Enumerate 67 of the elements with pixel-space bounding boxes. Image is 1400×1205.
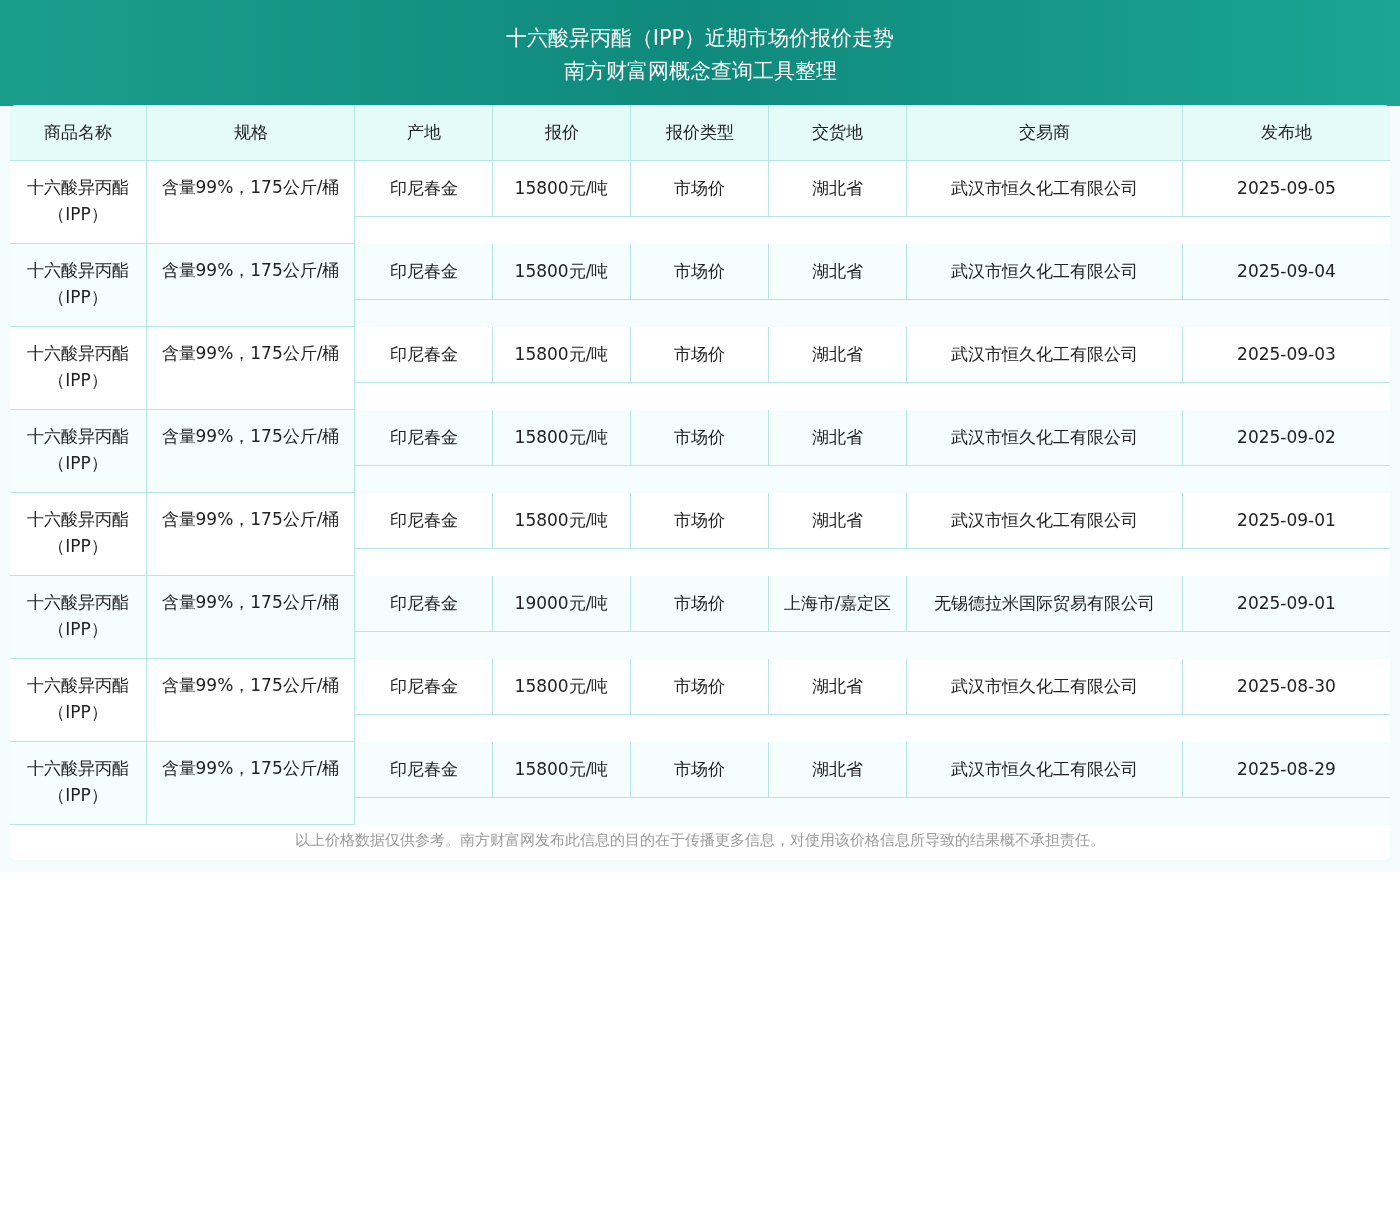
table-cell: 印尼春金 <box>355 161 493 217</box>
table-cell: 含量99%，175公斤/桶 <box>147 742 355 825</box>
column-header: 交货地 <box>769 105 907 161</box>
table-cell: 15800元/吨 <box>493 742 631 798</box>
column-header: 发布地 <box>1183 105 1390 161</box>
table-cell: 十六酸异丙酯（IPP） <box>10 410 147 493</box>
table-cell: 15800元/吨 <box>493 410 631 466</box>
table-cell: 含量99%，175公斤/桶 <box>147 410 355 493</box>
table-cell: 2025-09-03 <box>1183 327 1390 383</box>
table-cell: 印尼春金 <box>355 410 493 466</box>
table-cell: 15800元/吨 <box>493 161 631 217</box>
table-cell: 湖北省 <box>769 659 907 715</box>
table-cell: 上海市/嘉定区 <box>769 576 907 632</box>
table-cell: 2025-08-30 <box>1183 659 1390 715</box>
table-cell: 武汉市恒久化工有限公司 <box>907 742 1183 798</box>
column-header: 报价 <box>493 105 631 161</box>
page-subtitle: 南方财富网概念查询工具整理 <box>563 58 837 85</box>
column-header: 产地 <box>355 105 493 161</box>
table-cell: 武汉市恒久化工有限公司 <box>907 327 1183 383</box>
table-cell: 湖北省 <box>769 161 907 217</box>
table-cell: 十六酸异丙酯（IPP） <box>10 244 147 327</box>
table-cell: 湖北省 <box>769 244 907 300</box>
table-cell: 2025-09-05 <box>1183 161 1390 217</box>
table-cell: 市场价 <box>631 327 769 383</box>
table-cell: 市场价 <box>631 410 769 466</box>
table-cell: 2025-09-02 <box>1183 410 1390 466</box>
table-cell: 湖北省 <box>769 327 907 383</box>
table-cell: 印尼春金 <box>355 327 493 383</box>
table-cell: 湖北省 <box>769 410 907 466</box>
table-cell: 2025-09-01 <box>1183 493 1390 549</box>
table-cell: 印尼春金 <box>355 576 493 632</box>
table-cell: 市场价 <box>631 742 769 798</box>
table-cell: 印尼春金 <box>355 742 493 798</box>
table-cell: 市场价 <box>631 244 769 300</box>
table-cell: 市场价 <box>631 161 769 217</box>
table-cell: 19000元/吨 <box>493 576 631 632</box>
table-cell: 印尼春金 <box>355 493 493 549</box>
table-cell: 十六酸异丙酯（IPP） <box>10 742 147 825</box>
table-cell: 武汉市恒久化工有限公司 <box>907 410 1183 466</box>
column-header: 交易商 <box>907 105 1183 161</box>
column-header: 商品名称 <box>10 105 147 161</box>
table-cell: 2025-09-04 <box>1183 244 1390 300</box>
table-cell: 2025-08-29 <box>1183 742 1390 798</box>
column-header: 报价类型 <box>631 105 769 161</box>
table-cell: 印尼春金 <box>355 659 493 715</box>
table-cell: 15800元/吨 <box>493 327 631 383</box>
table-cell: 15800元/吨 <box>493 659 631 715</box>
table-cell: 武汉市恒久化工有限公司 <box>907 659 1183 715</box>
page-title: 十六酸异丙酯（IPP）近期市场价报价走势 <box>505 25 895 52</box>
table-cell: 印尼春金 <box>355 244 493 300</box>
table-cell: 十六酸异丙酯（IPP） <box>10 576 147 659</box>
table-cell: 含量99%，175公斤/桶 <box>147 576 355 659</box>
column-header: 规格 <box>147 105 355 161</box>
table-cell: 武汉市恒久化工有限公司 <box>907 244 1183 300</box>
table-cell: 15800元/吨 <box>493 493 631 549</box>
table-cell: 武汉市恒久化工有限公司 <box>907 161 1183 217</box>
table-cell: 湖北省 <box>769 742 907 798</box>
table-cell: 湖北省 <box>769 493 907 549</box>
table-cell: 市场价 <box>631 576 769 632</box>
table-cell: 含量99%，175公斤/桶 <box>147 244 355 327</box>
disclaimer-text: 以上价格数据仅供参考。南方财富网发布此信息的目的在于传播更多信息，对使用该价格信息所导致的结果概不承担责任。 <box>294 830 1106 851</box>
table-cell: 市场价 <box>631 659 769 715</box>
table-cell: 武汉市恒久化工有限公司 <box>907 493 1183 549</box>
table-cell: 2025-09-01 <box>1183 576 1390 632</box>
table-cell: 无锡德拉米国际贸易有限公司 <box>907 576 1183 632</box>
table-cell: 市场价 <box>631 493 769 549</box>
table-cell: 15800元/吨 <box>493 244 631 300</box>
